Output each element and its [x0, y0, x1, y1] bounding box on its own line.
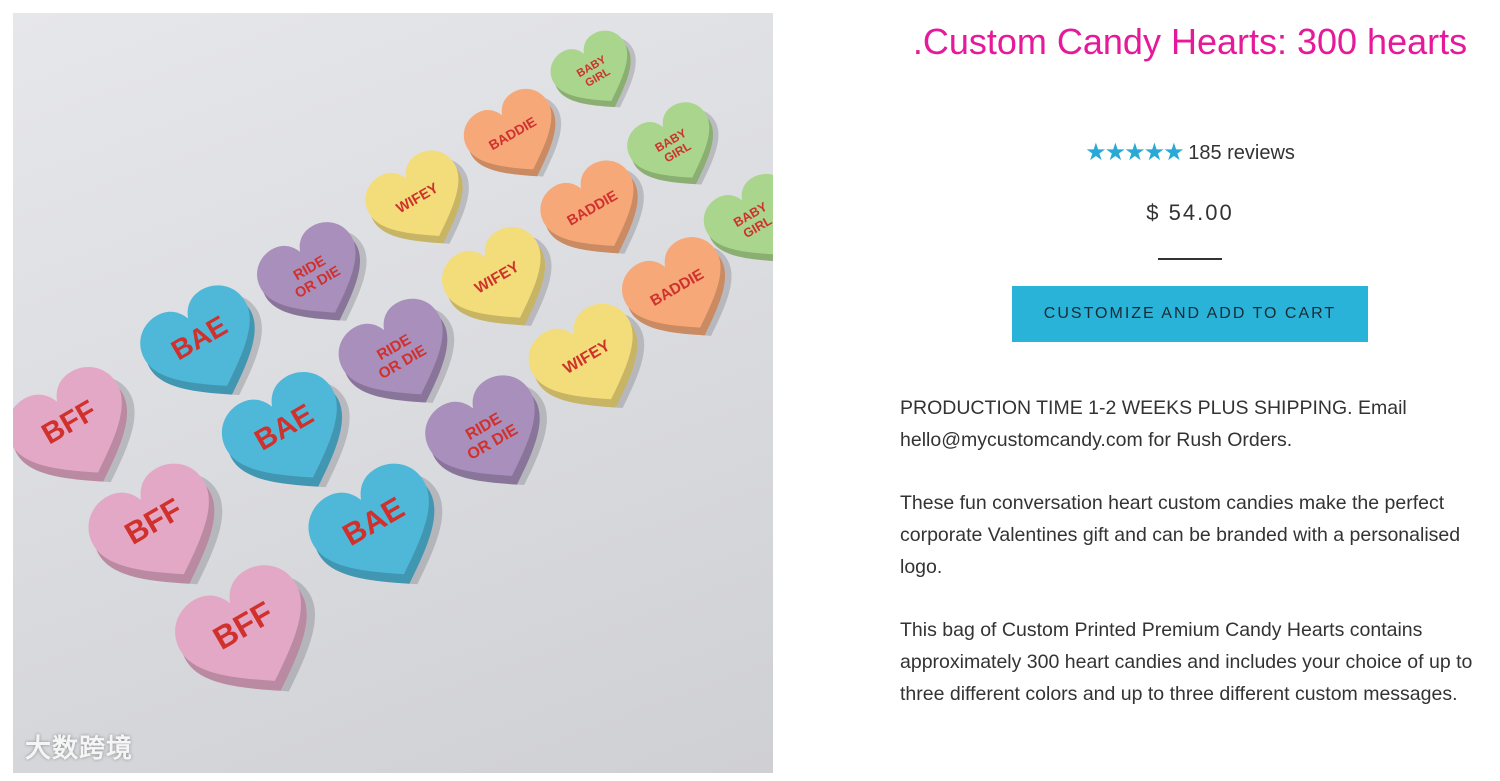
- product-title: .Custom Candy Hearts: 300 hearts: [912, 21, 1468, 62]
- candy-heart: WIFEY: [365, 150, 469, 244]
- product-description: PRODUCTION TIME 1-2 WEEKS PLUS SHIPPING.…: [900, 392, 1490, 741]
- description-paragraph: PRODUCTION TIME 1-2 WEEKS PLUS SHIPPING.…: [900, 397, 1407, 451]
- divider: [1158, 258, 1222, 260]
- rating-stars-icon: ★★★★★: [1085, 139, 1185, 166]
- description-paragraph: These fun conversation heart custom cand…: [900, 492, 1461, 578]
- product-price: $ 54.00: [1146, 200, 1234, 225]
- description-paragraph: This bag of Custom Printed Premium Candy…: [900, 619, 1473, 705]
- reviews-count[interactable]: 185 reviews: [1188, 142, 1295, 164]
- rating[interactable]: ★★★★★ 185 reviews: [900, 138, 1480, 167]
- customize-add-to-cart-button[interactable]: CUSTOMIZE AND ADD TO CART: [1012, 286, 1368, 342]
- candy-hearts-photo: BFFBFFBFFBAEBAEBAERIDEOR DIERIDEOR DIERI…: [13, 30, 773, 692]
- watermark: 大数跨境: [25, 734, 134, 764]
- product-image[interactable]: BFF BFF BFF BAE BAE BAE RIDE OR DIE RIDE OR DIE RI…: [13, 13, 773, 773]
